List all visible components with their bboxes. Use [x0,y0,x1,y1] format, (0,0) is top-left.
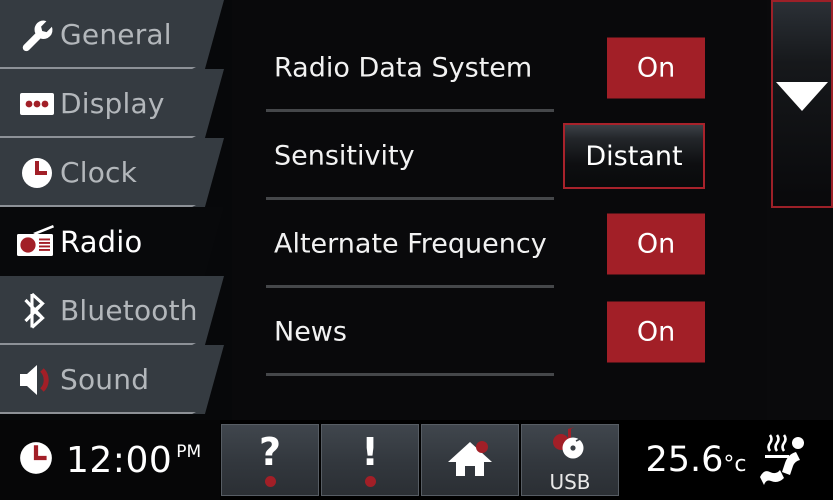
wrench-icon [14,17,60,53]
heated-seat-icon [750,431,808,489]
setting-label: Radio Data System [274,52,533,84]
setting-value-button[interactable]: On [607,213,705,275]
sidebar-item-clock[interactable]: Clock [0,138,224,207]
usb-media-button[interactable]: USB [521,424,619,496]
setting-row: Sensitivity Distant [232,112,767,200]
sidebar-item-label: Display [60,87,165,120]
clock-icon [18,440,54,480]
notification-badge [364,476,376,487]
nav-divider [0,67,196,69]
nav-divider [0,343,196,345]
sidebar-item-general[interactable]: General [0,0,224,69]
nav-divider [0,205,196,207]
status-bar: 12:00 PM ? ! USB 25.6°c [0,420,833,500]
alert-icon: ! [361,430,379,474]
clock-widget[interactable]: 12:00 PM [0,420,220,500]
sidebar-item-label: Sound [60,363,150,396]
help-button[interactable]: ? [221,424,319,496]
alert-button[interactable]: ! [321,424,419,496]
radio-settings-list: Radio Data System On Sensitivity Distant… [232,0,767,420]
scroll-down-button[interactable] [771,0,833,208]
home-button[interactable] [421,424,519,496]
display-icon [14,89,60,119]
help-icon: ? [258,430,282,474]
setting-row: Alternate Frequency On [232,200,767,288]
setting-row: Radio Data System On [232,24,767,112]
radio-icon [14,224,60,259]
nav-divider [0,412,196,414]
sidebar-item-label: Bluetooth [60,294,198,327]
settings-sidebar: General Display Clock Radio Bluetooth So… [0,0,232,420]
setting-label: Sensitivity [274,140,415,172]
usb-media-icon [547,424,593,469]
clock-icon [14,156,60,190]
setting-label: News [274,316,347,348]
nav-divider [0,136,196,138]
speaker-icon [14,362,60,398]
scrollbar [767,0,833,420]
setting-value-button[interactable]: Distant [563,123,705,189]
temperature-unit: °c [723,452,747,477]
sidebar-item-label: Clock [60,156,138,189]
notification-badge [264,476,276,487]
setting-row: News On [232,288,767,376]
sidebar-item-bluetooth[interactable]: Bluetooth [0,276,224,345]
sidebar-item-label: Radio [60,224,143,259]
clock-ampm: PM [176,442,202,462]
row-divider [266,373,554,376]
sidebar-item-sound[interactable]: Sound [0,345,224,414]
infotainment-screen: General Display Clock Radio Bluetooth So… [0,0,833,500]
sidebar-item-radio[interactable]: Radio [0,207,224,276]
usb-label: USB [549,469,591,494]
clock-time: 12:00 [66,439,173,481]
climate-widget[interactable]: 25.6°c [620,420,833,500]
temperature-value: 25.6°c [645,440,747,480]
bluetooth-icon [14,292,60,330]
setting-value-button[interactable]: On [607,37,705,99]
sidebar-item-display[interactable]: Display [0,69,224,138]
home-icon [446,437,494,483]
setting-value-button[interactable]: On [607,301,705,363]
chevron-down-icon [776,81,828,111]
setting-label: Alternate Frequency [274,228,547,260]
sidebar-item-label: General [60,18,172,51]
